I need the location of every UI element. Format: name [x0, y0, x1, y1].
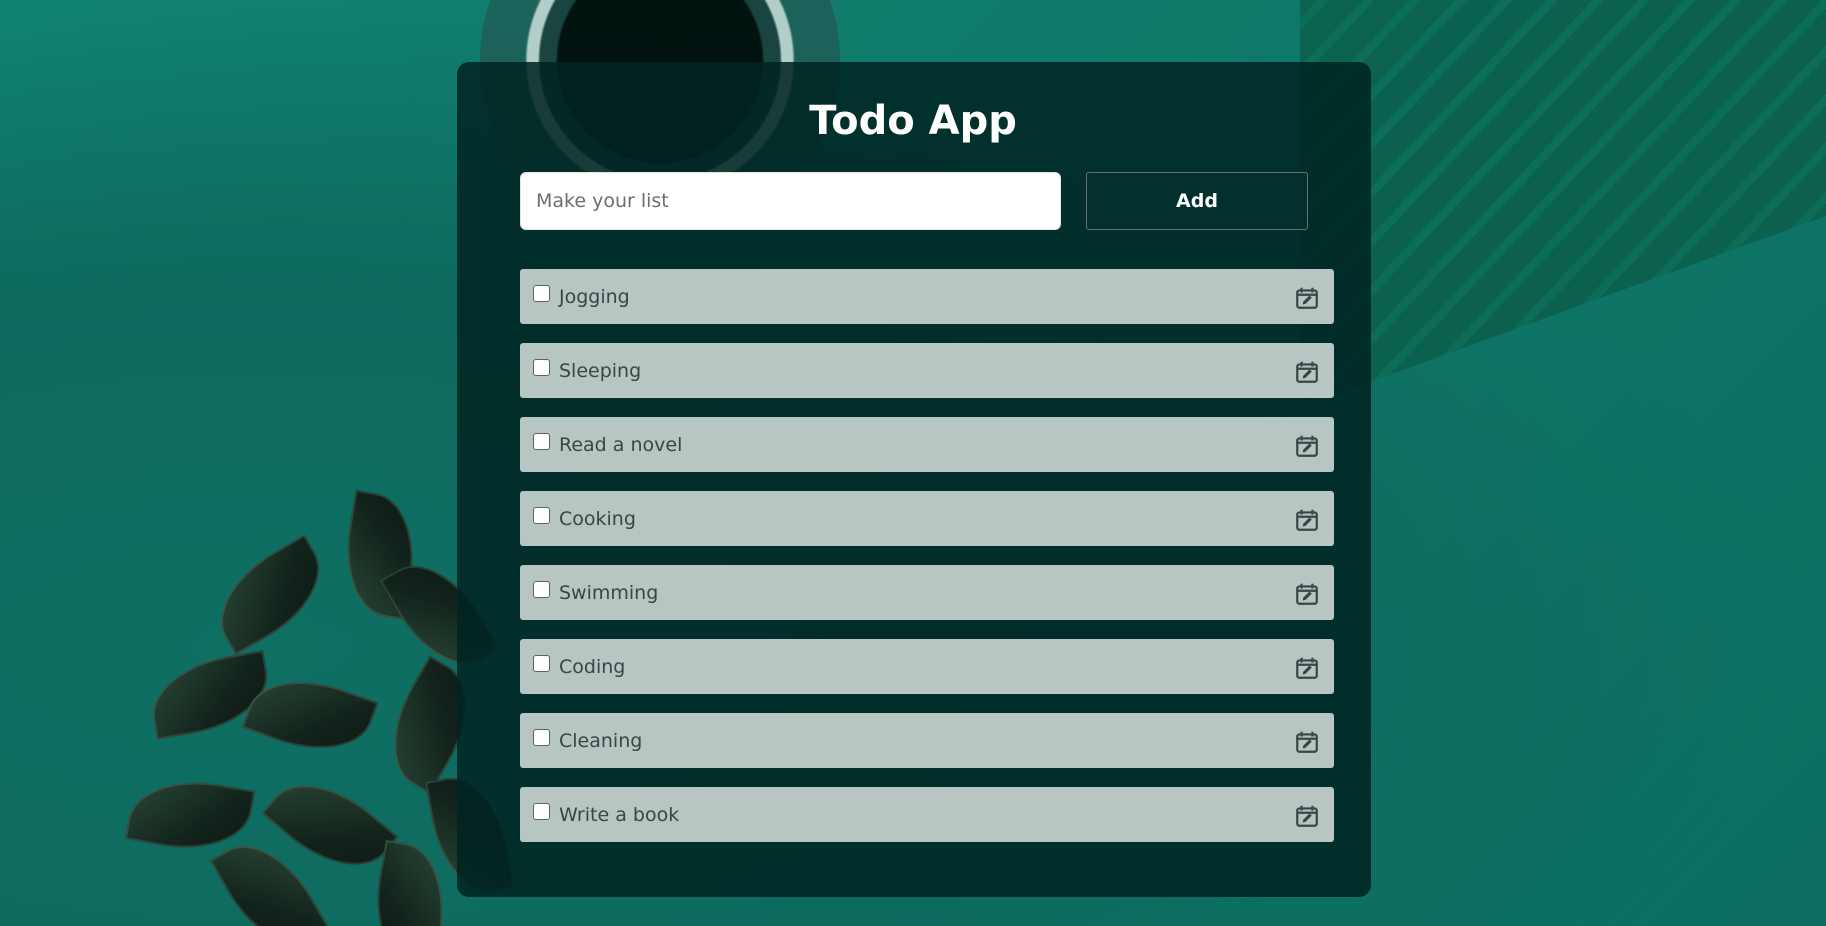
- todo-label: Cooking: [559, 507, 636, 530]
- todo-label: Sleeping: [559, 359, 642, 382]
- list-item: Write a book: [520, 787, 1334, 842]
- list-item: Read a novel: [520, 417, 1334, 472]
- calendar-edit-icon[interactable]: [1294, 359, 1320, 385]
- todo-checkbox[interactable]: [533, 433, 550, 450]
- todo-label: Read a novel: [559, 433, 683, 456]
- add-button[interactable]: Add: [1086, 172, 1308, 230]
- todo-checkbox[interactable]: [533, 507, 550, 524]
- list-item: Jogging: [520, 269, 1334, 324]
- todo-checkbox[interactable]: [533, 581, 550, 598]
- page-title: Todo App: [809, 98, 1017, 144]
- calendar-edit-icon[interactable]: [1294, 507, 1320, 533]
- todo-list: Jogging Sleeping Read a novel Cooking Sw…: [520, 269, 1334, 861]
- calendar-edit-icon[interactable]: [1294, 581, 1320, 607]
- folder-decoration: [1300, 0, 1826, 408]
- calendar-edit-icon[interactable]: [1294, 433, 1320, 459]
- list-item: Sleeping: [520, 343, 1334, 398]
- todo-label: Write a book: [559, 803, 680, 826]
- list-item: Cleaning: [520, 713, 1334, 768]
- todo-checkbox[interactable]: [533, 285, 550, 302]
- list-item: Cooking: [520, 491, 1334, 546]
- todo-label: Cleaning: [559, 729, 643, 752]
- calendar-edit-icon[interactable]: [1294, 729, 1320, 755]
- calendar-edit-icon[interactable]: [1294, 285, 1320, 311]
- todo-label: Jogging: [559, 285, 630, 308]
- todo-checkbox[interactable]: [533, 359, 550, 376]
- todo-checkbox[interactable]: [533, 655, 550, 672]
- list-item: Coding: [520, 639, 1334, 694]
- todo-label: Coding: [559, 655, 626, 678]
- todo-checkbox[interactable]: [533, 803, 550, 820]
- todo-label: Swimming: [559, 581, 659, 604]
- calendar-edit-icon[interactable]: [1294, 803, 1320, 829]
- calendar-edit-icon[interactable]: [1294, 655, 1320, 681]
- list-item: Swimming: [520, 565, 1334, 620]
- todo-checkbox[interactable]: [533, 729, 550, 746]
- todo-input[interactable]: [520, 172, 1061, 230]
